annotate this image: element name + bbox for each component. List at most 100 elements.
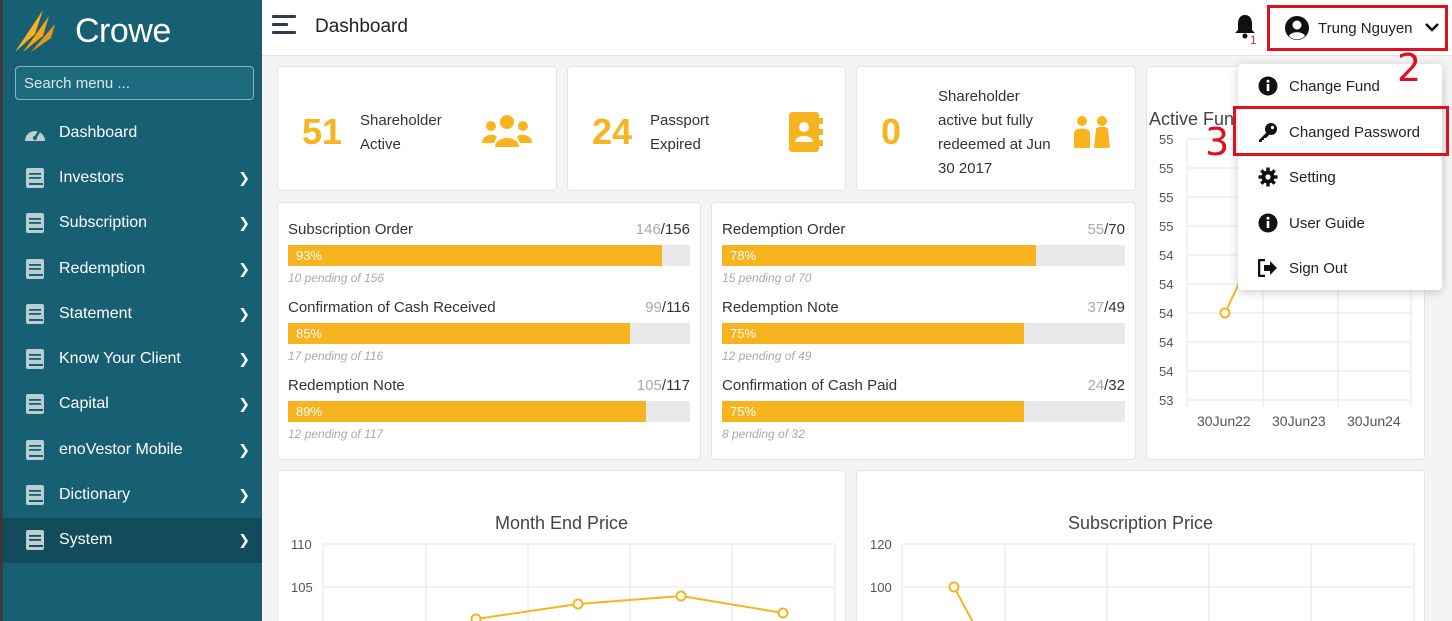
user-menu-toggle[interactable]: Trung Nguyen (1267, 5, 1448, 51)
sign-out-icon (1258, 258, 1278, 278)
hamburger-menu-icon[interactable] (272, 15, 296, 37)
y-tick: 54 (1159, 277, 1174, 292)
info-circle-icon (1258, 76, 1278, 96)
y-tick: 54 (1159, 306, 1174, 321)
book-icon (23, 392, 47, 416)
chevron-right-icon: ❯ (238, 531, 250, 548)
x-tick: 30Jun22 (1197, 413, 1251, 429)
month-end-price-chart-card: Month End Price 110 105 (277, 470, 846, 621)
stat-label-line1: Passport (650, 112, 710, 129)
progress-bar: 75% (722, 323, 1125, 344)
progress-bar: 85% (288, 323, 690, 344)
progress-total: /32 (1104, 377, 1125, 394)
progress-fill: 93% (288, 245, 662, 266)
y-tick: 105 (291, 580, 313, 595)
annotation-step-3: 3 (1205, 120, 1230, 164)
sidebar-item-investors[interactable]: Investors ❯ (3, 155, 262, 200)
book-icon (23, 528, 47, 552)
stat-label-line2: Expired (650, 136, 701, 153)
progress-fill: 75% (722, 323, 1025, 344)
month-end-price-chart (322, 543, 836, 621)
stat-label-line: redeemed at Jun (938, 136, 1051, 153)
search-menu-input[interactable]: Search menu ... (15, 66, 254, 100)
y-tick: 54 (1159, 335, 1174, 350)
sidebar-item-enovestor-mobile[interactable]: enoVestor Mobile ❯ (3, 427, 262, 472)
sidebar-item-label: Investors (59, 168, 124, 186)
sidebar-item-label: Statement (59, 304, 132, 322)
info-circle-icon (1258, 213, 1278, 233)
sidebar-item-label: Dictionary (59, 486, 131, 504)
menu-item-setting[interactable]: Setting (1238, 157, 1442, 197)
progress-done: 105 (636, 377, 662, 394)
stat-label-line: Shareholder (938, 88, 1020, 105)
subscription-price-chart-card: Subscription Price 120 100 (856, 470, 1425, 621)
progress-count: 37/49 (1087, 299, 1125, 316)
chevron-right-icon: ❯ (238, 214, 250, 231)
user-name: Trung Nguyen (1318, 19, 1413, 37)
sidebar-item-dashboard[interactable]: Dashboard (3, 110, 262, 155)
book-icon (23, 483, 47, 507)
book-icon (23, 302, 47, 326)
stat-label-line1: Shareholder (360, 112, 442, 129)
gear-icon (1258, 167, 1278, 187)
stat-label-line: active but fully (938, 112, 1034, 129)
sidebar-item-subscription[interactable]: Subscription ❯ (3, 201, 262, 246)
progress-total: /49 (1104, 299, 1125, 316)
progress-pending: 12 pending of 49 (722, 349, 812, 363)
progress-item: Redemption Note 37/49 75% 12 pending of … (722, 299, 1125, 377)
notification-count-badge: 1 (1250, 33, 1257, 47)
y-tick: 100 (870, 580, 892, 595)
stat-card-passport-expired: 24 Passport Expired (567, 66, 846, 191)
sidebar: Crowe Search menu ... Dashboard Investor… (0, 0, 262, 621)
chevron-down-icon (1425, 19, 1439, 37)
progress-label: Redemption Note (722, 299, 839, 316)
subscription-price-chart (901, 543, 1415, 621)
annotation-step-2: 2 (1397, 46, 1422, 90)
chevron-right-icon: ❯ (238, 486, 250, 503)
book-icon (23, 347, 47, 371)
top-bar: Dashboard 1 Trung Nguyen (262, 0, 1452, 56)
people-pair-icon (1074, 116, 1110, 148)
stat-card-shareholder-active: 51 Shareholder Active (277, 66, 557, 191)
progress-bar: 93% (288, 245, 690, 266)
sidebar-item-redemption[interactable]: Redemption ❯ (3, 246, 262, 291)
y-tick: 55 (1159, 132, 1174, 147)
progress-count: 55/70 (1087, 221, 1125, 238)
book-icon (23, 211, 47, 235)
progress-label: Subscription Order (288, 221, 414, 238)
x-tick: 30Jun24 (1347, 413, 1401, 429)
progress-label: Redemption Order (722, 221, 846, 238)
progress-bar: 89% (288, 401, 690, 422)
progress-pending: 17 pending of 116 (288, 349, 384, 363)
menu-item-sign-out[interactable]: Sign Out (1238, 248, 1442, 288)
book-icon (23, 438, 47, 462)
progress-card-redemption: Redemption Order 55/70 78% 15 pending of… (711, 202, 1136, 460)
progress-item: Redemption Order 55/70 78% 15 pending of… (722, 221, 1125, 299)
chevron-right-icon: ❯ (238, 169, 250, 186)
progress-total: /70 (1104, 221, 1125, 238)
user-dropdown-menu: Change Fund Changed Password Setting Use… (1238, 64, 1442, 290)
menu-item-label: Setting (1289, 168, 1336, 186)
crowe-logo[interactable]: Crowe (13, 6, 171, 56)
sidebar-item-know-your-client[interactable]: Know Your Client ❯ (3, 336, 262, 381)
sidebar-item-system[interactable]: System ❯ (3, 517, 262, 563)
progress-item: Confirmation of Cash Received 99/116 85%… (288, 299, 690, 377)
menu-item-user-guide[interactable]: User Guide (1238, 203, 1442, 243)
progress-done: 24 (1087, 377, 1105, 394)
sidebar-item-capital[interactable]: Capital ❯ (3, 382, 262, 427)
brand-name: Crowe (75, 11, 171, 50)
progress-pending: 10 pending of 156 (288, 271, 385, 285)
sidebar-item-label: Know Your Client (59, 350, 181, 368)
sidebar-item-label: Redemption (59, 259, 146, 277)
sidebar-item-statement[interactable]: Statement ❯ (3, 291, 262, 336)
stat-label-line2: Active (360, 136, 401, 153)
user-avatar-icon (1285, 16, 1309, 40)
sidebar-item-label: Subscription (59, 214, 148, 232)
sidebar-item-dictionary[interactable]: Dictionary ❯ (3, 472, 262, 517)
sidebar-item-label: System (59, 531, 113, 549)
progress-total: /116 (661, 299, 690, 316)
stat-label-line: 30 2017 (938, 160, 993, 177)
y-tick: 55 (1159, 219, 1174, 234)
dashboard-gauge-icon (23, 121, 47, 145)
progress-item: Confirmation of Cash Paid 24/32 75% 8 pe… (722, 377, 1125, 455)
